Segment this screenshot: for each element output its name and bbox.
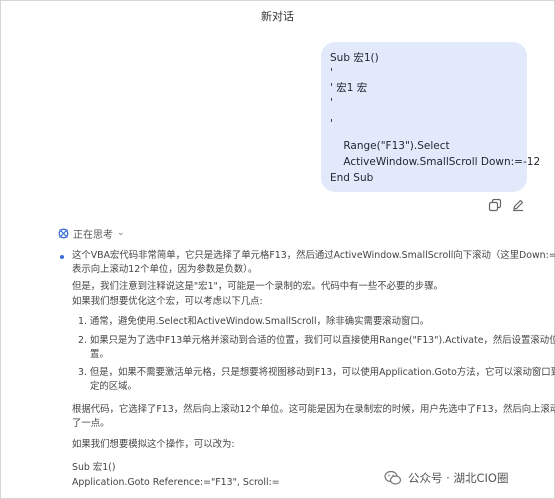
user-code-line: End Sub xyxy=(330,172,374,184)
edit-icon[interactable] xyxy=(511,197,525,212)
bullet-dot xyxy=(60,255,64,259)
user-code-line: ' xyxy=(330,97,333,109)
thinking-line: 如果我们想要优化这个宏，可以考虑以下几点: xyxy=(72,296,263,307)
thinking-line: 但是，我们注意到注释说这是"宏1"，可能是一个录制的宏。代码中有一些不必要的步骤… xyxy=(72,281,443,292)
thinking-line: 1. 通常，避免使用.Select和ActiveWindow.SmallScro… xyxy=(78,316,430,327)
thinking-line: 如果我们想要模拟这个操作，可以改为: xyxy=(72,439,235,450)
user-code-line: ' 宏1 宏 xyxy=(330,82,368,94)
thinking-line: 置。 xyxy=(90,349,109,360)
thinking-line: 定的区域。 xyxy=(90,381,137,392)
page-title: 新对话 xyxy=(261,10,294,23)
thinking-line: 表示向上滚动12个单位，因为参数是负数）。 xyxy=(72,264,258,275)
user-code-line: ' xyxy=(330,67,333,79)
copy-icon[interactable] xyxy=(488,197,502,212)
thinking-line: 了一点。 xyxy=(72,418,110,429)
user-code-line: ' xyxy=(330,118,333,130)
thinking-line: 根据代码，它选择了F13，然后向上滚动12个单位。这可能是因为在录制宏的时候，用… xyxy=(72,404,555,415)
thinking-toggle[interactable]: 正在思考 ⌄ xyxy=(58,226,125,241)
wechat-icon xyxy=(384,469,402,487)
thinking-line: Sub 宏1() xyxy=(72,462,116,473)
watermark-text: 公众号 · 湖北CIO圈 xyxy=(408,471,509,485)
watermark: 公众号 · 湖北CIO圈 xyxy=(384,468,508,488)
thinking-label: 正在思考 xyxy=(73,229,113,241)
thinking-line: 2. 如果只是为了选中F13单元格并滚动到合适的位置，我们可以直接使用Range… xyxy=(78,335,555,346)
user-code-line: Range("F13").Select xyxy=(330,140,450,152)
chevron-down-icon: ⌄ xyxy=(117,228,125,238)
thinking-line: 这个VBA宏代码非常简单，它只是选择了单元格F13，然后通过ActiveWind… xyxy=(72,250,555,261)
thinking-line: 3. 但是，如果不需要激活单元格，只是想要将视图移动到F13，可以使用Appli… xyxy=(78,367,555,378)
thinking-line: Application.Goto Reference:="F13", Scrol… xyxy=(72,477,280,488)
thinking-icon xyxy=(58,228,69,239)
user-code-line: Sub 宏1() xyxy=(330,52,379,64)
user-code-line: ActiveWindow.SmallScroll Down:=-12 xyxy=(330,156,541,168)
